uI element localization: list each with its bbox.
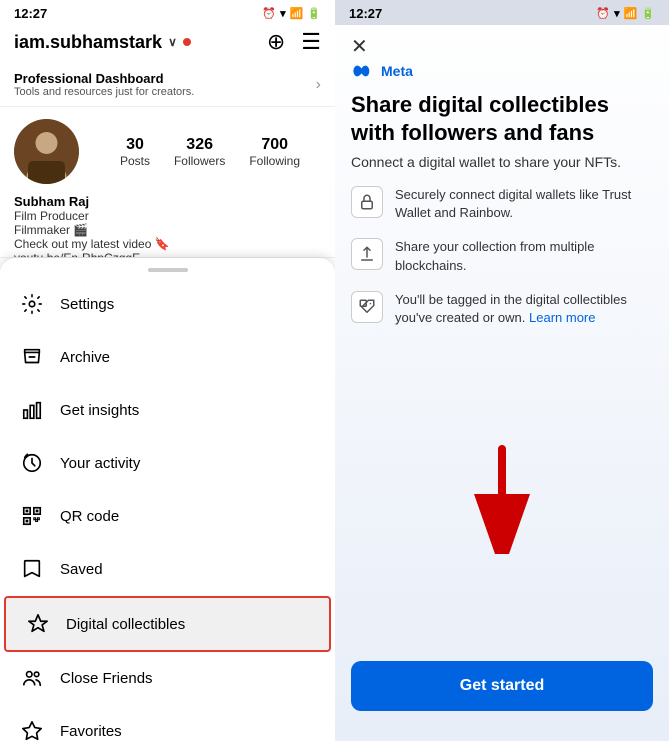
qrcode-icon (20, 504, 44, 528)
time-left: 12:27 (14, 6, 47, 21)
status-bar-left: 12:27 ⏰ ▾ 📶 🔋 (0, 0, 335, 25)
following-label: Following (249, 154, 300, 168)
favorites-label: Favorites (60, 723, 122, 740)
modal-subtitle: Connect a digital wallet to share your N… (335, 154, 669, 186)
feature-blockchain-text: Share your collection from multiple bloc… (395, 238, 653, 274)
battery-icon-r: 🔋 (641, 7, 655, 20)
followers-count: 326 (186, 136, 213, 154)
menu-item-archive[interactable]: Archive (0, 331, 335, 384)
status-icons-right: ⏰ ▾ 📶 🔋 (596, 7, 655, 20)
learn-more-link[interactable]: Learn more (529, 310, 595, 325)
digital-icon (26, 612, 50, 636)
feature-tag: You'll be tagged in the digital collecti… (351, 291, 653, 327)
qrcode-label: QR code (60, 508, 119, 525)
profile-bio-2: Filmmaker 🎬 (14, 223, 321, 237)
profile-info: Subham Raj Film Producer Filmmaker 🎬 Che… (0, 192, 335, 258)
settings-icon (20, 292, 44, 316)
bottom-sheet-menu: Settings Archive Get insights Your activ… (0, 258, 335, 741)
profile-stats: 30 Posts 326 Followers 700 Following (0, 107, 335, 192)
menu-item-activity[interactable]: Your activity (0, 437, 335, 490)
feature-tag-text: You'll be tagged in the digital collecti… (395, 291, 653, 327)
add-post-icon[interactable]: ⊕ (267, 29, 285, 55)
feature-blockchain: Share your collection from multiple bloc… (351, 238, 653, 274)
posts-count: 30 (126, 136, 144, 154)
insights-icon (20, 398, 44, 422)
activity-label: Your activity (60, 455, 140, 472)
followers-stat[interactable]: 326 Followers (174, 136, 225, 168)
alarm-icon: ⏰ (262, 7, 276, 20)
right-panel: 12:27 ⏰ ▾ 📶 🔋 ✕ Meta Share digital colle… (335, 0, 669, 741)
feature-wallet-text: Securely connect digital wallets like Tr… (395, 186, 653, 222)
ig-header: iam.subhamstark ∨ ⊕ ☰ (0, 25, 335, 63)
down-arrow (462, 444, 542, 554)
battery-icon: 🔋 (307, 7, 321, 20)
username-chevron: ∨ (168, 35, 177, 49)
feature-wallet: Securely connect digital wallets like Tr… (351, 186, 653, 222)
menu-item-friends[interactable]: Close Friends (0, 652, 335, 705)
settings-label: Settings (60, 296, 114, 313)
activity-icon (20, 451, 44, 475)
stats-group: 30 Posts 326 Followers 700 Following (99, 136, 321, 168)
get-started-button[interactable]: Get started (351, 661, 653, 711)
modal-header: ✕ (335, 25, 669, 63)
menu-icon[interactable]: ☰ (301, 29, 321, 55)
favorites-icon (20, 719, 44, 741)
lock-icon (351, 186, 383, 218)
wifi-icon-r: ▾ (614, 7, 620, 20)
following-stat[interactable]: 700 Following (249, 136, 300, 168)
alarm-icon-r: ⏰ (596, 7, 610, 20)
profile-link[interactable]: youtu.be/En-RhpCzqqE (14, 251, 321, 258)
username-text: iam.subhamstark (14, 32, 162, 53)
menu-item-digital[interactable]: Digital collectibles (4, 596, 331, 652)
saved-icon (20, 557, 44, 581)
close-button[interactable]: ✕ (351, 37, 368, 57)
meta-logo-area: Meta (335, 63, 669, 87)
profile-bio-3: Check out my latest video 🔖 (14, 237, 321, 251)
dash-chevron: › (316, 76, 321, 94)
avatar[interactable] (14, 119, 79, 184)
meta-icon (351, 63, 375, 79)
wifi-icon: ▾ (280, 7, 286, 20)
menu-item-insights[interactable]: Get insights (0, 384, 335, 437)
posts-stat: 30 Posts (120, 136, 150, 168)
saved-label: Saved (60, 561, 103, 578)
arrow-container (335, 327, 669, 661)
upload-icon (351, 238, 383, 270)
meta-label: Meta (381, 63, 413, 79)
menu-item-settings[interactable]: Settings (0, 278, 335, 331)
menu-item-favorites[interactable]: Favorites (0, 705, 335, 741)
left-panel: 12:27 ⏰ ▾ 📶 🔋 iam.subhamstark ∨ ⊕ ☰ Prof… (0, 0, 335, 741)
username-area[interactable]: iam.subhamstark ∨ (14, 32, 191, 53)
profile-section: Professional Dashboard Tools and resourc… (0, 63, 335, 258)
friends-icon (20, 666, 44, 690)
signal-icon: 📶 (290, 7, 304, 20)
followers-label: Followers (174, 154, 225, 168)
dash-subtitle: Tools and resources just for creators. (14, 86, 194, 98)
profile-name: Subham Raj (14, 194, 321, 209)
drag-handle (148, 268, 188, 272)
insights-label: Get insights (60, 402, 139, 419)
avatar-svg (14, 119, 79, 184)
friends-label: Close Friends (60, 670, 153, 687)
dash-title: Professional Dashboard (14, 71, 194, 86)
posts-label: Posts (120, 154, 150, 168)
archive-icon (20, 345, 44, 369)
status-bar-right: 12:27 ⏰ ▾ 📶 🔋 (335, 0, 669, 25)
digital-label: Digital collectibles (66, 616, 185, 633)
following-count: 700 (261, 136, 288, 154)
menu-item-qrcode[interactable]: QR code (0, 490, 335, 543)
features-list: Securely connect digital wallets like Tr… (335, 186, 669, 327)
notification-dot (183, 38, 191, 46)
status-icons-left: ⏰ ▾ 📶 🔋 (262, 7, 321, 20)
professional-dashboard-bar[interactable]: Professional Dashboard Tools and resourc… (0, 63, 335, 107)
modal-title: Share digital collectibles with follower… (335, 87, 669, 154)
header-icons: ⊕ ☰ (267, 29, 321, 55)
dash-text: Professional Dashboard Tools and resourc… (14, 71, 194, 98)
menu-item-saved[interactable]: Saved (0, 543, 335, 596)
profile-bio-1: Film Producer (14, 209, 321, 223)
time-right: 12:27 (349, 6, 382, 21)
archive-label: Archive (60, 349, 110, 366)
signal-icon-r: 📶 (624, 7, 638, 20)
tag-icon (351, 291, 383, 323)
